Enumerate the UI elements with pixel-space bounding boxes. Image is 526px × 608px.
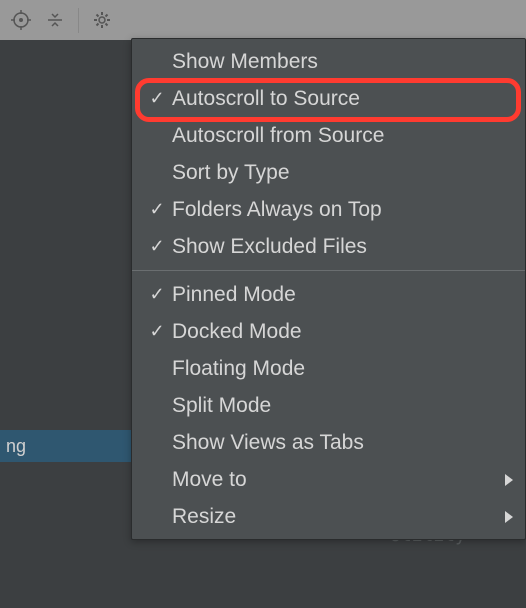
toolbar: [0, 0, 526, 40]
submenu-arrow-icon: [505, 474, 513, 486]
menu-item-label: Floating Mode: [172, 357, 507, 381]
menu-item-label: Move to: [172, 468, 507, 492]
menu-item-autoscroll-to-source[interactable]: ✓Autoscroll to Source: [132, 80, 525, 117]
menu-item-docked-mode[interactable]: ✓Docked Mode: [132, 313, 525, 350]
menu-item-label: Resize: [172, 505, 507, 529]
menu-item-split-mode[interactable]: Split Mode: [132, 387, 525, 424]
menu-item-floating-mode[interactable]: Floating Mode: [132, 350, 525, 387]
menu-item-label: Folders Always on Top: [172, 198, 507, 222]
menu-item-label: Sort by Type: [172, 161, 507, 185]
menu-item-label: Autoscroll from Source: [172, 124, 507, 148]
menu-item-label: Show Members: [172, 50, 507, 74]
menu-item-pinned-mode[interactable]: ✓Pinned Mode: [132, 276, 525, 313]
menu-item-autoscroll-from-source[interactable]: Autoscroll from Source: [132, 117, 525, 154]
menu-item-show-members[interactable]: Show Members: [132, 43, 525, 80]
menu-item-show-excluded-files[interactable]: ✓Show Excluded Files: [132, 228, 525, 265]
submenu-arrow-icon: [505, 511, 513, 523]
menu-item-label: Show Excluded Files: [172, 235, 507, 259]
menu-item-label: Pinned Mode: [172, 283, 507, 307]
context-menu: Show Members✓Autoscroll to SourceAutoscr…: [131, 38, 526, 540]
menu-item-resize[interactable]: Resize: [132, 498, 525, 535]
menu-item-move-to[interactable]: Move to: [132, 461, 525, 498]
target-icon[interactable]: [6, 5, 36, 35]
menu-item-sort-by-type[interactable]: Sort by Type: [132, 154, 525, 191]
toolbar-separator: [78, 8, 79, 33]
menu-item-label: Docked Mode: [172, 320, 507, 344]
check-icon: ✓: [142, 236, 172, 257]
check-icon: ✓: [142, 88, 172, 109]
collapse-icon[interactable]: [40, 5, 70, 35]
selected-tree-item[interactable]: ng: [0, 430, 140, 462]
check-icon: ✓: [142, 321, 172, 342]
check-icon: ✓: [142, 199, 172, 220]
menu-item-label: Split Mode: [172, 394, 507, 418]
menu-separator: [132, 270, 525, 271]
menu-item-show-views-as-tabs[interactable]: Show Views as Tabs: [132, 424, 525, 461]
menu-item-label: Autoscroll to Source: [172, 87, 507, 111]
gear-icon[interactable]: [87, 5, 117, 35]
menu-item-label: Show Views as Tabs: [172, 431, 507, 455]
menu-item-folders-always-on-top[interactable]: ✓Folders Always on Top: [132, 191, 525, 228]
check-icon: ✓: [142, 284, 172, 305]
